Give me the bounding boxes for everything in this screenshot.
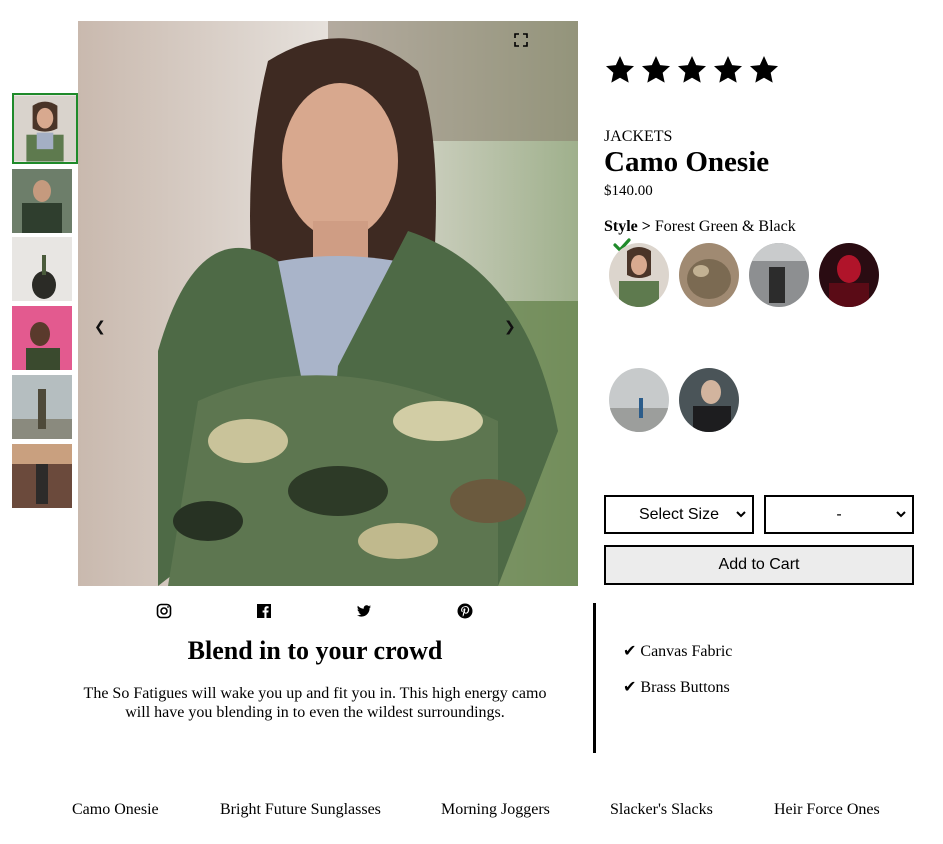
fullscreen-icon[interactable] <box>514 33 528 47</box>
thumbnail-image <box>12 306 72 370</box>
add-to-cart-button[interactable]: Add to Cart <box>604 545 914 585</box>
pinterest-icon[interactable] <box>457 603 473 619</box>
star-icon <box>714 56 742 83</box>
swatch-image <box>679 243 739 307</box>
footer-link-slacks[interactable]: Slacker's Slacks <box>610 801 713 819</box>
thumbnail-image <box>12 444 72 508</box>
quantity-select-value: - <box>836 505 842 523</box>
star-icon <box>642 56 670 83</box>
star-icon <box>750 56 778 83</box>
checkmark-icon: ✔ <box>623 677 637 696</box>
quantity-select[interactable]: - <box>764 495 914 534</box>
product-title: Camo Onesie <box>604 146 770 178</box>
feature-item: ✔ Brass Buttons <box>623 677 730 697</box>
thumbnail-image <box>12 169 72 233</box>
footer-link-sunglasses[interactable]: Bright Future Sunglasses <box>220 801 381 819</box>
style-value: Forest Green & Black <box>654 218 796 235</box>
swatch-image <box>819 243 879 307</box>
main-product-image[interactable]: ❮ ❯ <box>78 21 578 586</box>
star-icon <box>678 56 706 83</box>
thumbnail-image <box>12 375 72 439</box>
product-category: JACKETS <box>604 128 673 145</box>
thumbnail-4[interactable] <box>12 306 72 370</box>
swatch-image <box>679 368 739 432</box>
feature-label: Canvas Fabric <box>640 643 733 660</box>
prev-image-arrow[interactable]: ❮ <box>94 319 106 335</box>
feature-item: ✔ Canvas Fabric <box>623 641 732 661</box>
facebook-icon[interactable] <box>256 603 272 619</box>
footer-link-joggers[interactable]: Morning Joggers <box>441 801 550 819</box>
swatch-image <box>609 243 669 307</box>
next-image-arrow[interactable]: ❯ <box>504 319 516 335</box>
instagram-icon[interactable] <box>156 603 172 619</box>
product-price: $140.00 <box>604 183 653 199</box>
thumbnail-2[interactable] <box>12 169 72 233</box>
swatch-image <box>609 368 669 432</box>
style-swatch-6[interactable] <box>679 368 739 432</box>
style-swatch-1[interactable] <box>609 243 669 307</box>
product-photo <box>78 21 578 586</box>
size-select-value: Select Size <box>638 505 720 523</box>
style-swatch-4[interactable] <box>819 243 879 307</box>
description-headline: Blend in to your crowd <box>187 636 443 665</box>
section-divider <box>593 603 596 753</box>
footer-link-camo-onesie[interactable]: Camo Onesie <box>72 801 159 819</box>
feature-label: Brass Buttons <box>640 679 730 696</box>
description-body: The So Fatigues will wake you up and fit… <box>83 685 547 721</box>
thumbnail-5[interactable] <box>12 375 72 439</box>
thumbnail-image <box>14 95 76 162</box>
style-swatch-2[interactable] <box>679 243 739 307</box>
twitter-icon[interactable] <box>356 603 372 619</box>
checkmark-icon: ✔ <box>623 641 637 660</box>
footer-link-heir-force-ones[interactable]: Heir Force Ones <box>774 801 880 819</box>
thumbnail-1[interactable] <box>12 93 78 164</box>
rating-stars <box>604 54 780 86</box>
style-label: Style > <box>604 218 651 235</box>
chevron-down-icon <box>896 511 906 518</box>
style-swatch-3[interactable] <box>749 243 809 307</box>
thumbnail-3[interactable] <box>12 237 72 301</box>
chevron-down-icon <box>736 511 746 518</box>
thumbnail-6[interactable] <box>12 444 72 508</box>
swatch-image <box>749 243 809 307</box>
style-swatch-5[interactable] <box>609 368 669 432</box>
star-icon <box>606 56 634 83</box>
thumbnail-image <box>12 237 72 301</box>
style-row: Style > Forest Green & Black <box>604 218 796 236</box>
size-select[interactable]: Select Size <box>604 495 754 534</box>
